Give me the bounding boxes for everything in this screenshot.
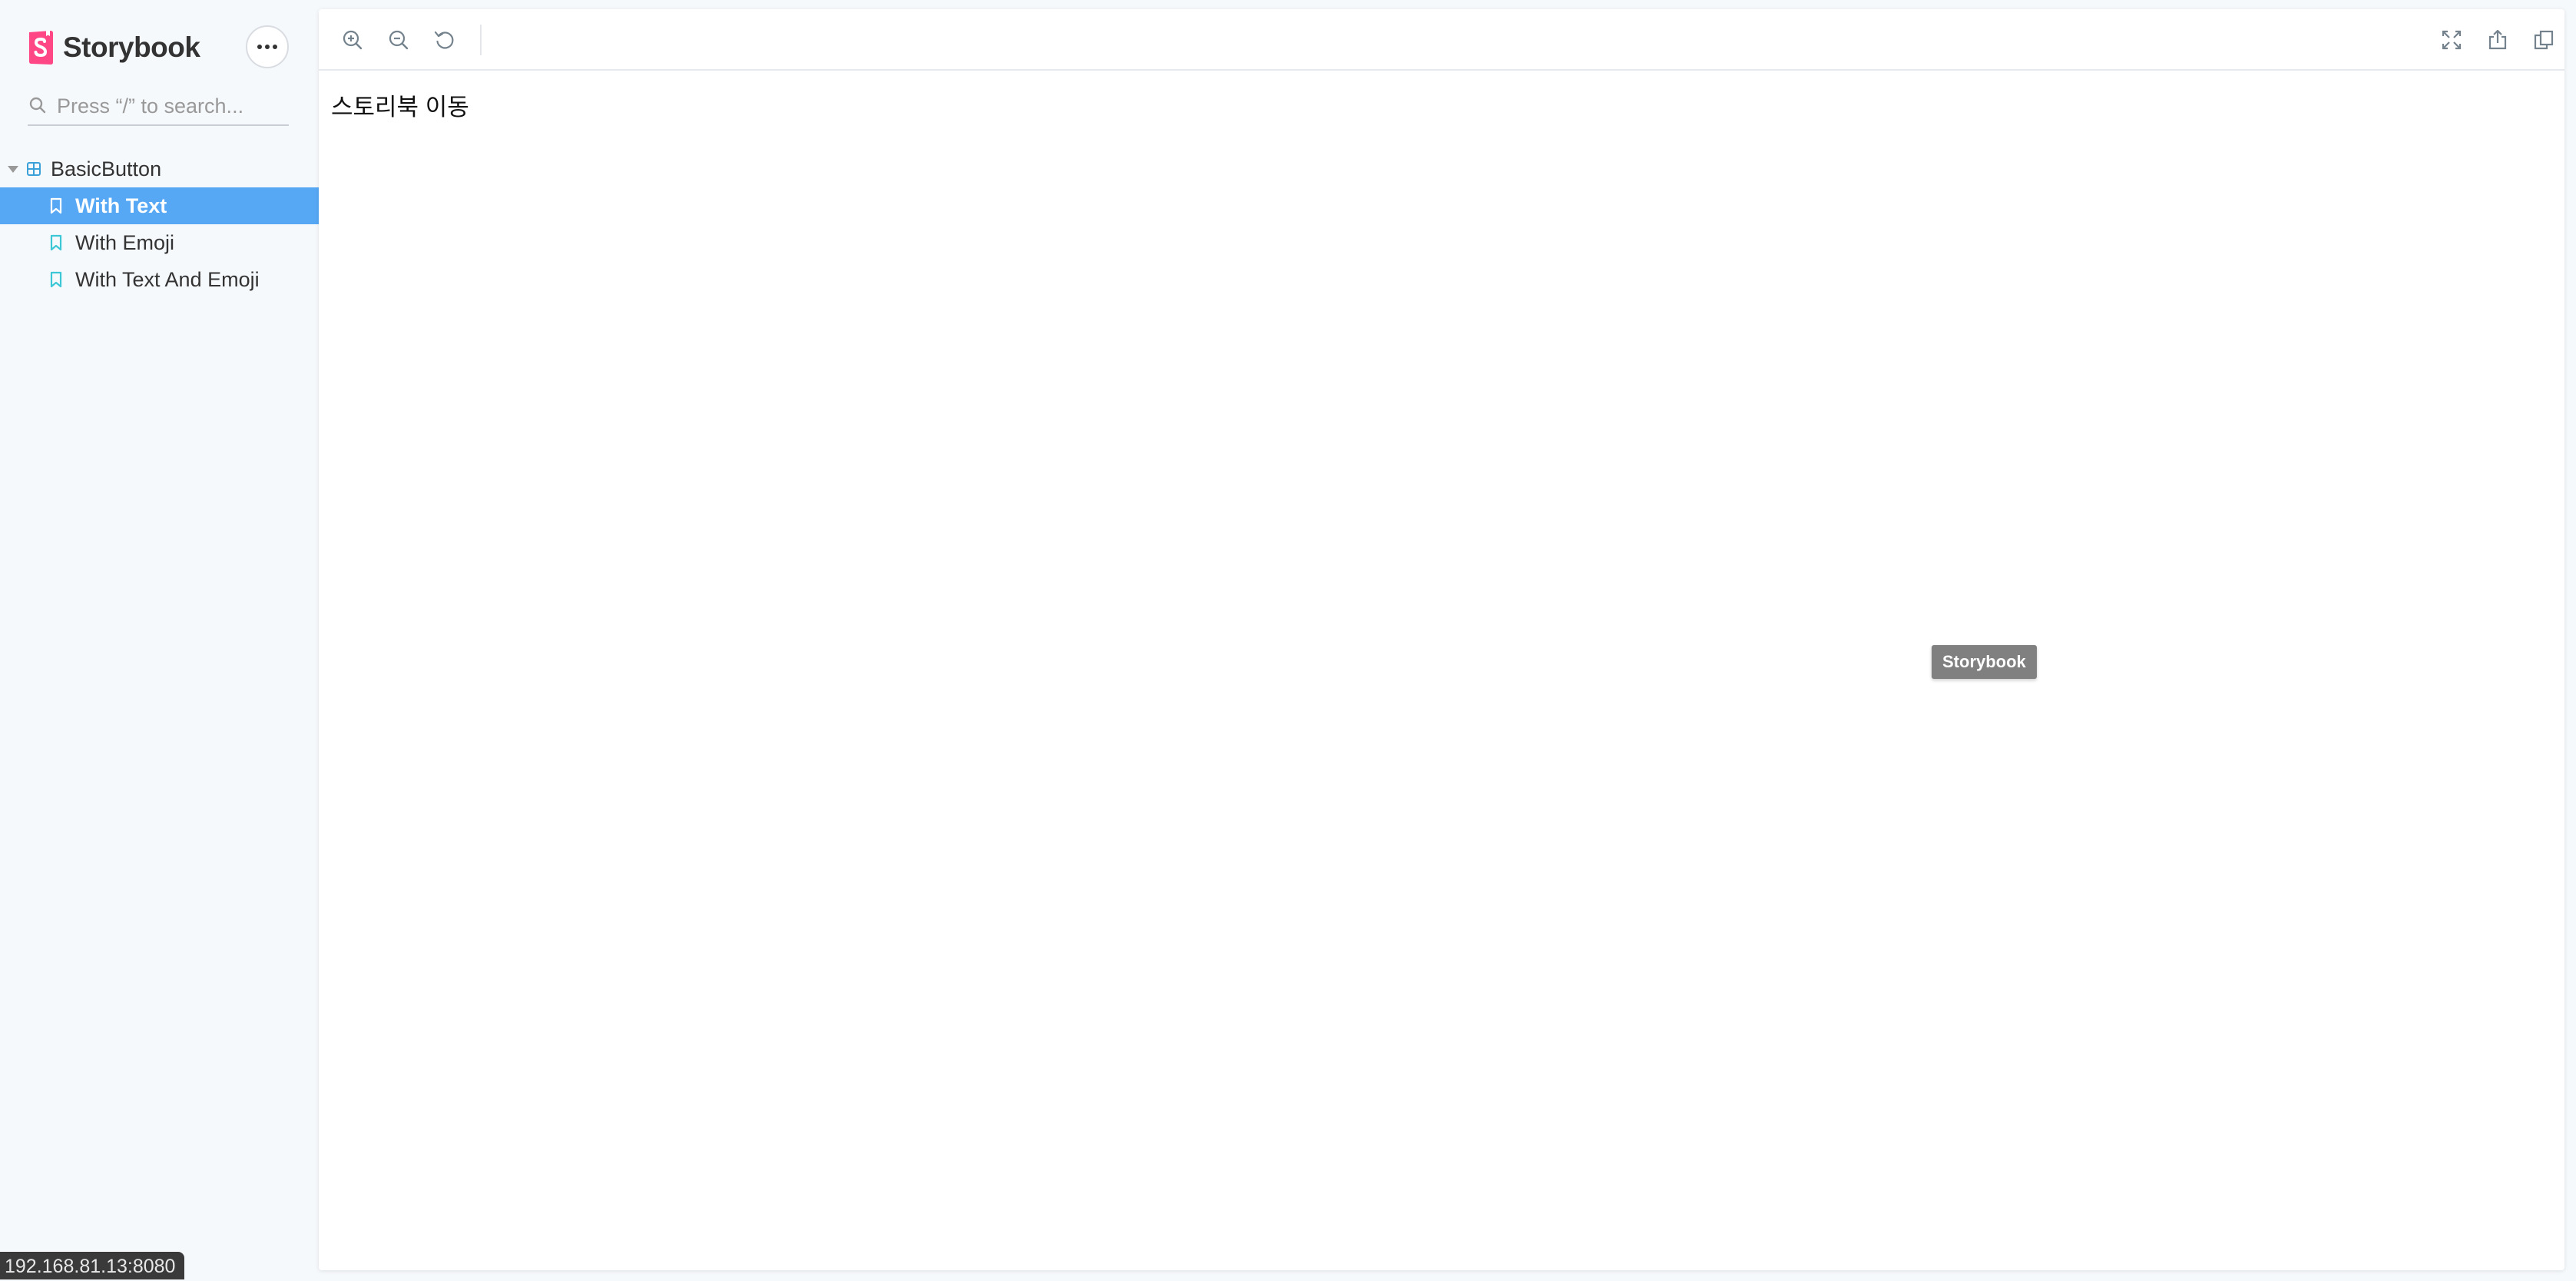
search-icon	[29, 97, 46, 114]
story-label: With Text	[75, 194, 167, 217]
bookmark-icon	[50, 197, 62, 214]
story-with-text[interactable]: With Text	[0, 187, 319, 224]
story-with-text-and-emoji[interactable]: With Text And Emoji	[0, 261, 319, 298]
share-button[interactable]	[2481, 23, 2515, 57]
tooltip: Storybook	[1932, 645, 2037, 679]
copy-link-icon	[2534, 30, 2554, 50]
zoom-out-icon	[389, 30, 409, 50]
menu-button[interactable]	[246, 25, 289, 68]
fullscreen-icon	[2442, 30, 2462, 50]
story-label: With Emoji	[75, 230, 175, 254]
chevron-down-icon[interactable]	[8, 165, 18, 173]
story-label: With Text And Emoji	[75, 267, 260, 291]
zoom-out-button[interactable]	[382, 23, 416, 57]
tree-item-label: BasicButton	[51, 157, 162, 180]
bookmark-icon	[50, 234, 62, 251]
story-with-emoji[interactable]: With Emoji	[0, 224, 319, 261]
reset-zoom-button[interactable]	[428, 23, 462, 57]
share-icon	[2488, 29, 2507, 50]
bookmark-icon	[50, 271, 62, 288]
toolbar-divider	[480, 25, 482, 55]
story-canvas: 스토리북 이동 Storybook	[319, 72, 2564, 1267]
brand-name: Storybook	[63, 31, 200, 63]
status-url: 192.168.81.13:8080	[0, 1252, 185, 1279]
ellipsis-icon	[257, 45, 277, 49]
fullscreen-button[interactable]	[2435, 23, 2468, 57]
component-icon	[27, 162, 41, 176]
toolbar	[319, 9, 2564, 71]
story-tree: BasicButton With Text With Emoji With Te…	[0, 151, 319, 298]
sidebar: Storybook BasicButton With Text	[0, 0, 319, 1279]
search-input[interactable]	[57, 89, 287, 123]
copy-link-button[interactable]	[2527, 23, 2561, 57]
zoom-in-button[interactable]	[336, 23, 369, 57]
tree-item-basic-button[interactable]: BasicButton	[0, 151, 319, 187]
story-link-text[interactable]: 스토리북 이동	[331, 88, 469, 122]
preview-panel: 스토리북 이동 Storybook	[319, 9, 2564, 1270]
reset-zoom-icon	[434, 31, 454, 49]
storybook-logo-icon	[29, 31, 53, 65]
zoom-in-icon	[343, 30, 363, 50]
search	[28, 89, 289, 126]
